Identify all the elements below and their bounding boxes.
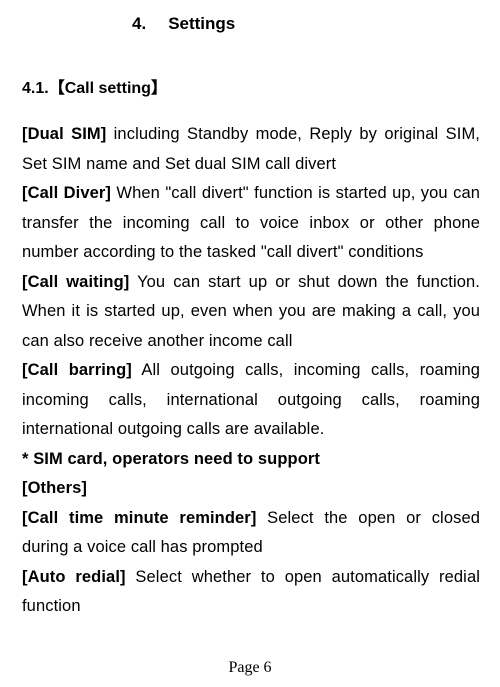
item-label: [Call time minute reminder] [22, 509, 256, 527]
item-call-time-reminder: [Call time minute reminder] Select the o… [22, 504, 480, 563]
others-heading: [Others] [22, 474, 480, 504]
chapter-number: 4. [132, 14, 146, 34]
document-body: [Dual SIM] including Standby mode, Reply… [22, 120, 480, 622]
section-number: 4.1. [22, 80, 49, 97]
support-note: * SIM card, operators need to support [22, 445, 480, 475]
chapter-heading: 4. Settings [132, 14, 480, 34]
item-auto-redial: [Auto redial] Select whether to open aut… [22, 563, 480, 622]
item-dual-sim: [Dual SIM] including Standby mode, Reply… [22, 120, 480, 179]
item-label: [Call Diver] [22, 184, 111, 202]
item-call-waiting: [Call waiting] You can start up or shut … [22, 268, 480, 357]
item-call-barring: [Call barring] All outgoing calls, incom… [22, 356, 480, 445]
item-label: [Call waiting] [22, 273, 129, 291]
page-footer: Page 6 [0, 659, 500, 677]
item-label: [Auto redial] [22, 568, 126, 586]
item-label: [Call barring] [22, 361, 132, 379]
document-page: 4. Settings 4.1.【Call setting】 [Dual SIM]… [0, 0, 500, 687]
bracket-close: 】 [151, 80, 167, 97]
section-title: Call setting [65, 80, 151, 97]
bracket-open: 【 [49, 80, 65, 97]
item-label: [Dual SIM] [22, 125, 106, 143]
item-call-diver: [Call Diver] When "call divert" function… [22, 179, 480, 268]
section-heading: 4.1.【Call setting】 [22, 74, 480, 98]
chapter-title: Settings [168, 14, 235, 33]
